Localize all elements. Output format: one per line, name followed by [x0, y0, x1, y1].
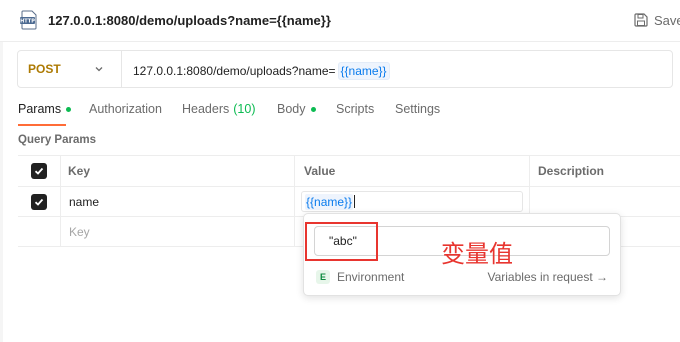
column-header-value: Value	[294, 156, 529, 186]
section-title: Query Params	[18, 134, 96, 146]
url-input[interactable]: 127.0.0.1:8080/demo/uploads?name= {{name…	[133, 62, 390, 80]
column-header-description: Description	[529, 156, 680, 186]
param-description-cell[interactable]	[529, 187, 680, 216]
save-button[interactable]: Save	[634, 11, 680, 29]
tab-settings-label: Settings	[395, 102, 441, 116]
method-label: POST	[28, 62, 61, 76]
url-bar: POST 127.0.0.1:8080/demo/uploads?name= {…	[17, 50, 673, 88]
param-value-variable[interactable]: {{name}}	[305, 193, 354, 210]
select-all-checkbox[interactable]	[31, 163, 47, 179]
tab-scripts[interactable]: Scripts	[336, 102, 374, 116]
status-dot	[310, 106, 316, 112]
url-variable-chip[interactable]: {{name}}	[337, 62, 390, 80]
tab-authorization[interactable]: Authorization	[89, 102, 162, 116]
http-badge-text: HTTP	[20, 19, 35, 25]
tab-body[interactable]: Body	[277, 102, 316, 116]
http-request-icon: HTTP	[20, 10, 37, 30]
param-value-cell[interactable]: {{name}}	[294, 187, 529, 216]
tab-settings[interactable]: Settings	[395, 102, 440, 116]
annotation-highlight-box	[305, 222, 378, 261]
tab-params[interactable]: Params	[18, 102, 72, 116]
param-key-cell[interactable]: name	[60, 187, 294, 216]
save-label: Save	[654, 12, 680, 28]
tab-params-label: Params	[18, 102, 62, 116]
column-header-key: Key	[60, 156, 294, 186]
sidebar-edge	[0, 42, 3, 342]
tab-headers[interactable]: Headers (10)	[182, 102, 255, 116]
row-checkbox[interactable]	[31, 193, 47, 210]
request-title[interactable]: 127.0.0.1:8080/demo/uploads?name={{name}…	[48, 13, 331, 28]
variables-in-request-link[interactable]: Variables in request →	[487, 270, 608, 284]
table-header-row: Key Value Description	[18, 155, 680, 186]
table-row: name {{name}}	[18, 186, 680, 216]
new-row-check-cell	[18, 217, 60, 246]
row-check-cell	[18, 187, 60, 216]
status-dot	[66, 106, 72, 112]
select-all-cell	[18, 156, 60, 186]
check-icon	[34, 167, 44, 175]
param-key: name	[69, 194, 100, 209]
tab-body-label: Body	[277, 102, 306, 116]
annotation-text: 变量值	[441, 240, 513, 268]
save-icon	[634, 13, 648, 27]
text-cursor	[354, 195, 356, 208]
scope-label: Environment	[337, 270, 405, 284]
param-value-input[interactable]: {{name}}	[301, 191, 523, 212]
check-icon	[34, 198, 44, 206]
request-header: HTTP 127.0.0.1:8080/demo/uploads?name={{…	[0, 0, 680, 42]
new-key-input[interactable]: Key	[60, 217, 294, 246]
environment-badge: E	[316, 270, 330, 284]
active-tab-indicator	[18, 124, 66, 126]
method-select[interactable]: POST	[18, 51, 122, 87]
tab-headers-count: (10)	[233, 102, 256, 116]
tab-authorization-label: Authorization	[89, 102, 162, 116]
url-prefix: 127.0.0.1:8080/demo/uploads?name=	[133, 64, 336, 78]
tab-scripts-label: Scripts	[336, 102, 375, 116]
tab-headers-label: Headers	[182, 102, 230, 116]
chevron-down-icon	[95, 67, 103, 72]
